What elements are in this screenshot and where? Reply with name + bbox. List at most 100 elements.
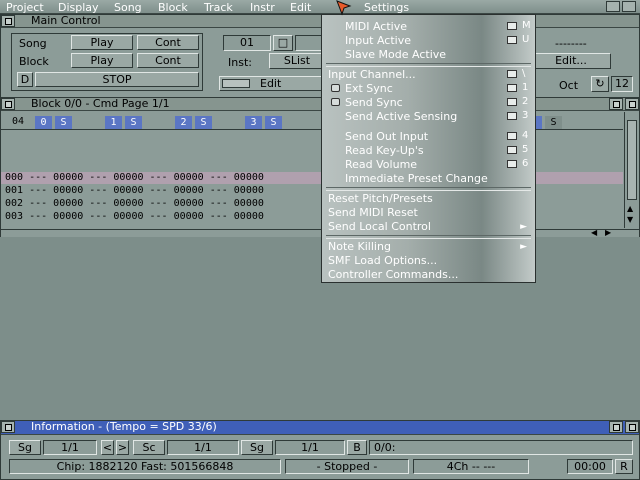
- main-control-titlebar[interactable]: Main Control: [1, 14, 639, 28]
- track-number[interactable]: 3: [245, 116, 262, 129]
- folder-icon[interactable]: □: [273, 35, 293, 51]
- sequence-goto-button[interactable]: Sg: [241, 440, 273, 455]
- menu-item-send-sync[interactable]: Send Sync: [345, 96, 403, 109]
- scroll-knob[interactable]: [627, 120, 637, 200]
- zoom-icon[interactable]: [609, 421, 623, 433]
- amiga-key-icon: [507, 70, 517, 78]
- scroll-up-icon[interactable]: ▲: [627, 204, 633, 213]
- menu-item-immediate-preset[interactable]: Immediate Preset Change: [345, 172, 488, 185]
- row-data: --- 00000 --- 00000 --- 00000 --- 00000: [29, 172, 264, 183]
- song-goto-button[interactable]: Sg: [9, 440, 41, 455]
- section-button[interactable]: Sc: [133, 440, 165, 455]
- window-title: Block 0/0 - Cmd Page 1/1: [31, 97, 170, 110]
- track-solo-button[interactable]: S: [55, 116, 72, 129]
- block-window: Block 0/0 - Cmd Page 1/1 04 0 S 1 S 2 S …: [0, 97, 640, 237]
- shortcut-key: 3: [522, 110, 529, 121]
- scroll-down-icon[interactable]: ▼: [627, 215, 633, 224]
- prev-button[interactable]: <: [101, 440, 114, 455]
- close-icon[interactable]: [1, 421, 15, 433]
- menu-item-send-midi-reset[interactable]: Send MIDI Reset: [328, 206, 418, 219]
- block-play-button[interactable]: Play: [71, 53, 133, 68]
- menu-item-send-local-control[interactable]: Send Local Control: [328, 220, 431, 233]
- menu-song[interactable]: Song: [114, 1, 142, 14]
- scroll-left-icon[interactable]: ◀: [591, 228, 597, 237]
- info-titlebar[interactable]: Information - (Tempo = SPD 33/6): [1, 420, 639, 435]
- menu-settings[interactable]: Settings: [364, 1, 409, 14]
- track-solo-button[interactable]: S: [545, 116, 562, 129]
- edit-toggle[interactable]: Edit: [219, 76, 323, 91]
- menu-display[interactable]: Display: [58, 1, 99, 14]
- menu-block[interactable]: Block: [158, 1, 188, 14]
- screen-depth-back-icon[interactable]: [606, 1, 620, 12]
- shortcut-key: \: [522, 68, 526, 79]
- next-button[interactable]: >: [116, 440, 129, 455]
- depth-icon[interactable]: [625, 98, 639, 110]
- menu-separator: [326, 187, 531, 191]
- menu-edit[interactable]: Edit: [290, 1, 311, 14]
- row-data: --- 00000 --- 00000 --- 00000 --- 00000: [29, 185, 264, 196]
- oct-label: Oct: [559, 79, 579, 92]
- close-icon[interactable]: [1, 98, 15, 110]
- stop-button[interactable]: STOP: [35, 72, 199, 87]
- octave-field[interactable]: 12: [611, 76, 633, 92]
- information-window: Information - (Tempo = SPD 33/6) Sg 1/1 …: [0, 420, 640, 480]
- close-icon[interactable]: [1, 15, 15, 27]
- submenu-arrow-icon: ►: [520, 242, 527, 252]
- song-position-field: 1/1: [43, 440, 97, 455]
- menu-track[interactable]: Track: [204, 1, 233, 14]
- cycle-icon[interactable]: ↻: [591, 76, 609, 92]
- menu-project[interactable]: Project: [6, 1, 44, 14]
- reset-time-button[interactable]: R: [615, 459, 633, 474]
- menu-item-send-out-input[interactable]: Send Out Input: [345, 130, 428, 143]
- scroll-right-icon[interactable]: ▶: [605, 228, 611, 237]
- menu-item-reset-pitch[interactable]: Reset Pitch/Presets: [328, 192, 433, 205]
- pattern-row[interactable]: 003 --- 00000 --- 00000 --- 00000 --- 00…: [5, 211, 264, 223]
- menu-separator: [326, 63, 531, 67]
- zoom-icon[interactable]: [609, 98, 623, 110]
- menu-item-send-active-sensing[interactable]: Send Active Sensing: [345, 110, 457, 123]
- block-cont-button[interactable]: Cont: [137, 53, 199, 68]
- menu-item-read-key-ups[interactable]: Read Key-Up's: [345, 144, 424, 157]
- row-data: --- 00000 --- 00000 --- 00000 --- 00000: [29, 211, 264, 222]
- menu-item-input-channel[interactable]: Input Channel...: [328, 68, 416, 81]
- track-number[interactable]: 1: [105, 116, 122, 129]
- depth-icon[interactable]: [625, 421, 639, 433]
- block-button[interactable]: B: [347, 440, 367, 455]
- window-title: Main Control: [31, 14, 101, 27]
- dashes-field: --------: [555, 37, 587, 50]
- checkbox-icon: [331, 84, 340, 92]
- d-button[interactable]: D: [17, 72, 33, 87]
- song-play-button[interactable]: Play: [71, 35, 133, 50]
- pattern-row[interactable]: 002 --- 00000 --- 00000 --- 00000 --- 00…: [5, 198, 264, 210]
- menu-item-midi-active[interactable]: MIDI Active: [345, 20, 407, 33]
- menu-item-input-active[interactable]: Input Active: [345, 34, 411, 47]
- block-titlebar[interactable]: Block 0/0 - Cmd Page 1/1: [1, 97, 639, 111]
- horizontal-scrollbar[interactable]: ◀ ▶: [1, 228, 639, 237]
- menu-instr[interactable]: Instr: [250, 1, 275, 14]
- menu-item-smf-load-options[interactable]: SMF Load Options...: [328, 254, 437, 267]
- song-label: Song: [19, 37, 47, 50]
- shortcut-key: 5: [522, 144, 529, 155]
- position-field[interactable]: 01: [223, 35, 271, 51]
- edit-ellipsis-button[interactable]: Edit...: [531, 53, 611, 69]
- track-solo-button[interactable]: S: [125, 116, 142, 129]
- amiga-key-icon: [507, 146, 517, 154]
- pattern-row[interactable]: 000 --- 00000 --- 00000 --- 00000 --- 00…: [5, 172, 264, 184]
- menu-item-slave-mode[interactable]: Slave Mode Active: [345, 48, 446, 61]
- vertical-scrollbar[interactable]: ▲ ▼: [624, 112, 639, 228]
- screen-depth-front-icon[interactable]: [622, 1, 636, 12]
- menu-item-note-killing[interactable]: Note Killing: [328, 240, 391, 253]
- menu-item-ext-sync[interactable]: Ext Sync: [345, 82, 393, 95]
- track-solo-button[interactable]: S: [195, 116, 212, 129]
- track-solo-button[interactable]: S: [265, 116, 282, 129]
- amiga-key-icon: [507, 98, 517, 106]
- song-cont-button[interactable]: Cont: [137, 35, 199, 50]
- track-number[interactable]: 2: [175, 116, 192, 129]
- track-number[interactable]: 0: [35, 116, 52, 129]
- shortcut-key: 6: [522, 158, 529, 169]
- menu-item-controller-commands[interactable]: Controller Commands...: [328, 268, 458, 281]
- menu-item-read-volume[interactable]: Read Volume: [345, 158, 417, 171]
- slist-button[interactable]: SList: [269, 53, 325, 69]
- line-number: 002: [5, 198, 24, 209]
- pattern-row[interactable]: 001 --- 00000 --- 00000 --- 00000 --- 00…: [5, 185, 264, 197]
